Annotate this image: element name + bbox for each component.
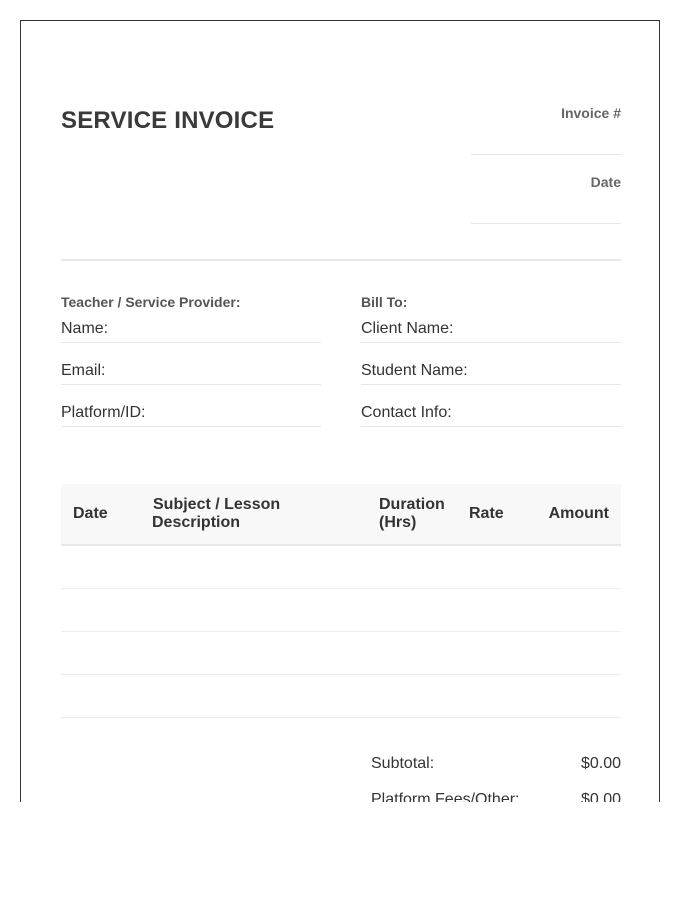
bill-to-heading: Bill To:	[361, 294, 408, 310]
invoice-number-field[interactable]	[471, 154, 621, 155]
invoice-page: SERVICE INVOICE Invoice # Date Teacher /…	[20, 20, 660, 802]
provider-heading: Teacher / Service Provider:	[61, 294, 241, 310]
table-row[interactable]	[61, 589, 621, 632]
invoice-date-label: Date	[590, 174, 621, 190]
invoice-title: SERVICE INVOICE	[61, 107, 275, 134]
col-duration-header: Duration (Hrs)	[379, 496, 445, 532]
invoice-number-label: Invoice #	[561, 105, 621, 121]
provider-platform-field[interactable]: Platform/ID:	[61, 400, 321, 427]
fees-value: $0.00	[580, 791, 621, 802]
bill-to-section: Bill To: Client Name: Student Name: Cont…	[361, 294, 621, 427]
col-subject-header-line2: Description	[152, 514, 241, 531]
subtotal-label: Subtotal:	[371, 755, 435, 772]
col-date-header: Date	[73, 505, 108, 522]
table-row[interactable]	[61, 675, 621, 718]
student-name-field[interactable]: Student Name:	[361, 358, 621, 385]
invoice-date-field[interactable]	[471, 223, 621, 224]
client-name-field[interactable]: Client Name:	[361, 316, 621, 343]
line-items-table: Date Subject / Lesson Description Durati…	[61, 484, 621, 718]
col-duration-header-line1: Duration	[379, 496, 445, 513]
col-duration-header-line2: (Hrs)	[379, 514, 417, 531]
fees-row: Platform Fees/Other: $0.00	[371, 791, 621, 802]
table-header: Date Subject / Lesson Description Durati…	[61, 484, 621, 546]
subtotal-value: $0.00	[580, 755, 621, 772]
table-row[interactable]	[61, 546, 621, 589]
totals-section: Subtotal: $0.00 Platform Fees/Other: $0.…	[371, 755, 621, 802]
col-rate-header: Rate	[469, 505, 504, 522]
provider-section: Teacher / Service Provider: Name: Email:…	[61, 294, 321, 427]
col-amount-header: Amount	[548, 505, 609, 522]
contact-info-field[interactable]: Contact Info:	[361, 400, 621, 427]
table-row[interactable]	[61, 632, 621, 675]
subtotal-row: Subtotal: $0.00	[371, 755, 621, 791]
col-subject-header-line1: Subject / Lesson	[153, 496, 281, 513]
provider-name-field[interactable]: Name:	[61, 316, 321, 343]
provider-email-field[interactable]: Email:	[61, 358, 321, 385]
col-subject-header: Subject / Lesson Description	[152, 496, 280, 532]
fees-label: Platform Fees/Other:	[371, 791, 520, 802]
header-divider	[61, 259, 621, 261]
